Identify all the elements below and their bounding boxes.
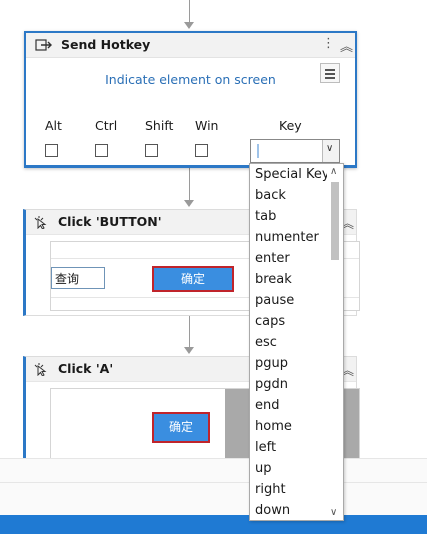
ctrl-label: Ctrl xyxy=(95,118,118,133)
shift-label: Shift xyxy=(145,118,174,133)
key-option[interactable]: right xyxy=(250,479,328,500)
key-option[interactable]: tab xyxy=(250,206,328,227)
bottom-panel-divider xyxy=(0,482,427,483)
key-label: Key xyxy=(279,118,302,133)
win-label: Win xyxy=(195,118,219,133)
text-caret xyxy=(257,144,259,158)
target-menu-button[interactable] xyxy=(320,63,340,83)
chevron-down-icon[interactable]: ∨ xyxy=(330,507,337,518)
preview-query-input: 查询 xyxy=(51,267,105,289)
key-option[interactable]: enter xyxy=(250,248,328,269)
chevron-up-icon[interactable]: ∧ xyxy=(330,166,337,177)
connector-arrow-1 xyxy=(184,200,194,207)
preview-confirm-button: 确定 xyxy=(152,266,234,292)
more-options-icon[interactable]: ⋮ xyxy=(322,36,335,51)
indicate-element-link[interactable]: Indicate element on screen xyxy=(26,72,355,87)
send-hotkey-title: Send Hotkey xyxy=(61,37,151,52)
connector-arrow-top xyxy=(184,22,194,29)
key-option[interactable]: pgdn xyxy=(250,374,328,395)
chevron-down-icon: ∨ xyxy=(326,143,334,154)
key-option[interactable]: end xyxy=(250,395,328,416)
key-option[interactable]: up xyxy=(250,458,328,479)
key-option[interactable]: home xyxy=(250,416,328,437)
win-checkbox[interactable] xyxy=(195,144,208,157)
send-hotkey-activity[interactable]: Send Hotkey ⋮ ︽ Indicate element on scre… xyxy=(24,31,357,168)
key-option[interactable]: Special Key xyxy=(250,164,328,185)
status-bar xyxy=(0,515,427,534)
send-hotkey-header[interactable]: Send Hotkey ⋮ ︽ xyxy=(26,33,355,58)
dropdown-scrollbar[interactable]: ∧ ∨ xyxy=(327,164,343,520)
key-option[interactable]: break xyxy=(250,269,328,290)
ctrl-checkbox[interactable] xyxy=(95,144,108,157)
click-icon xyxy=(34,363,47,376)
click-a-title: Click 'A' xyxy=(58,361,114,376)
connector-arrow-2 xyxy=(184,347,194,354)
hamburger-icon xyxy=(325,77,335,79)
dropdown-toggle-button[interactable]: ∨ xyxy=(322,140,339,162)
key-option[interactable]: caps xyxy=(250,311,328,332)
hamburger-icon xyxy=(325,69,335,71)
key-options[interactable]: Special Key back tab numenter enter brea… xyxy=(250,164,328,521)
key-dropdown-list[interactable]: Special Key back tab numenter enter brea… xyxy=(249,163,344,521)
preview-confirm-button: 确定 xyxy=(152,412,210,443)
alt-label: Alt xyxy=(45,118,62,133)
key-option[interactable]: back xyxy=(250,185,328,206)
key-option[interactable]: left xyxy=(250,437,328,458)
scrollbar-thumb[interactable] xyxy=(331,182,339,260)
key-combobox[interactable]: ∨ xyxy=(250,139,340,163)
connector-line-top xyxy=(189,0,190,24)
key-option[interactable]: numenter xyxy=(250,227,328,248)
hamburger-icon xyxy=(325,73,335,75)
click-button-title: Click 'BUTTON' xyxy=(58,214,162,229)
connector-line-1 xyxy=(189,168,190,202)
alt-checkbox[interactable] xyxy=(45,144,58,157)
key-option[interactable]: pause xyxy=(250,290,328,311)
shift-checkbox[interactable] xyxy=(145,144,158,157)
bottom-panel xyxy=(0,458,427,516)
key-option[interactable]: esc xyxy=(250,332,328,353)
collapse-icon[interactable]: ︽ xyxy=(340,36,353,55)
connector-line-2 xyxy=(189,316,190,348)
key-option[interactable]: pgup xyxy=(250,353,328,374)
send-hotkey-icon xyxy=(35,39,52,51)
key-option[interactable]: down xyxy=(250,500,328,521)
click-icon xyxy=(34,216,47,229)
